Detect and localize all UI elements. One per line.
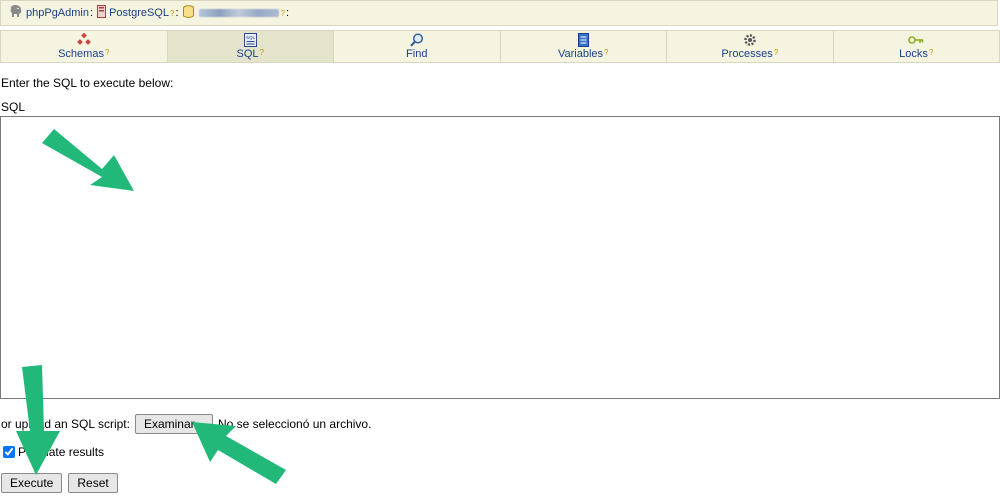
key-icon (908, 33, 924, 47)
tab-variables[interactable]: Variables? (501, 31, 667, 62)
paginate-label[interactable]: Paginate results (18, 445, 104, 459)
tab-bar: Schemas? SQL SQL? Find Variables ? Proce… (0, 30, 1000, 63)
tab-label: Find (406, 48, 428, 60)
breadcrumb-server-link[interactable]: PostgreSQL (109, 7, 169, 19)
database-icon (182, 4, 194, 22)
help-icon[interactable]: ? (929, 48, 933, 57)
execute-button[interactable]: Execute (1, 473, 63, 493)
variables-icon (577, 33, 589, 47)
processes-icon (743, 33, 757, 47)
tab-schemas[interactable]: Schemas? (0, 31, 168, 62)
help-icon[interactable]: ? (260, 48, 264, 57)
help-icon[interactable]: ? (774, 48, 778, 57)
help-icon[interactable]: ? (604, 48, 608, 57)
server-icon (97, 5, 107, 21)
database-name-redacted (198, 9, 279, 17)
help-icon[interactable]: ? (281, 9, 285, 18)
paginate-checkbox[interactable] (3, 446, 15, 458)
tab-processes[interactable]: Processes? (667, 31, 834, 62)
help-icon[interactable]: ? (170, 9, 174, 18)
paginate-row: Paginate results (1, 445, 104, 459)
form-actions: Execute Reset (1, 473, 118, 493)
reset-button[interactable]: Reset (68, 473, 118, 493)
tab-label: Locks (899, 48, 928, 60)
file-status: No se seleccionó un archivo. (218, 417, 372, 431)
schemas-icon (76, 33, 91, 47)
elephant-icon (9, 5, 23, 21)
breadcrumb-server[interactable]: PostgreSQL ? : (97, 5, 182, 21)
tab-sql[interactable]: SQL SQL? (167, 31, 334, 62)
upload-row: or upload an SQL script: Examinar... No … (1, 414, 371, 434)
tab-find[interactable]: Find (334, 31, 501, 62)
tab-label: Schemas (58, 48, 104, 60)
breadcrumb-app-link[interactable]: phpPgAdmin (26, 7, 89, 19)
help-icon[interactable]: ? (105, 48, 109, 57)
upload-label: or upload an SQL script: (1, 417, 130, 431)
sql-input[interactable] (0, 116, 1000, 399)
sql-icon: SQL (243, 33, 257, 47)
breadcrumb-app[interactable]: phpPgAdmin : (9, 5, 97, 21)
intro-text: Enter the SQL to execute below: (1, 76, 174, 90)
browse-file-button[interactable]: Examinar... (134, 414, 213, 434)
sql-label: SQL (1, 100, 26, 114)
tab-label: SQL (236, 48, 259, 60)
tab-label: Variables (558, 48, 604, 60)
breadcrumb: phpPgAdmin : PostgreSQL ? : ? : (0, 0, 998, 26)
svg-text:SQL: SQL (246, 35, 256, 40)
find-icon (410, 33, 424, 47)
breadcrumb-database[interactable]: ? : (182, 4, 294, 22)
tab-label: Processes (721, 48, 773, 60)
tab-locks[interactable]: Locks? (834, 31, 1000, 62)
